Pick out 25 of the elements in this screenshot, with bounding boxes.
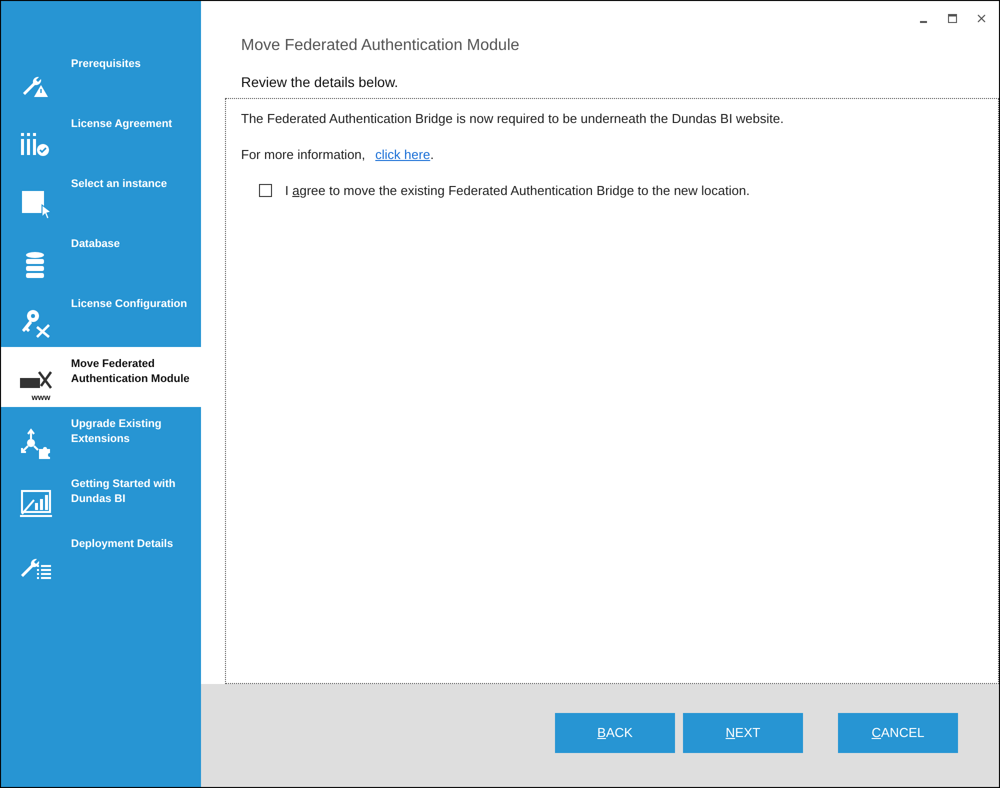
agree-checkbox-label[interactable]: I agree to move the existing Federated Authentication Bridge to the new location.	[285, 181, 750, 200]
sidebar-item[interactable]: License Configuration	[1, 287, 201, 347]
wizard-button[interactable]: NEXT	[683, 713, 803, 753]
info-text: For more information,	[241, 146, 366, 164]
wizard-button[interactable]: CANCEL	[838, 713, 958, 753]
agree-checkbox[interactable]	[259, 184, 272, 198]
icon-caption: www	[32, 394, 50, 402]
key-tools-icon	[19, 307, 53, 341]
maximize-icon[interactable]	[947, 12, 958, 24]
sidebar-item[interactable]: www Move Federated Authentication Module	[1, 347, 201, 407]
close-icon[interactable]	[976, 12, 987, 24]
page-title: Move Federated Authentication Module	[241, 36, 520, 56]
page-subtitle: Review the details below.	[241, 73, 400, 92]
arrows-puzzle-icon	[19, 427, 53, 461]
sidebar-item[interactable]: Getting Started with Dundas BI	[1, 467, 201, 527]
description-text: The Federated Authentication Bridge is now required to be underneath the Dundas BI website.	[241, 110, 785, 128]
sidebar-item[interactable]: Prerequisites	[1, 47, 201, 107]
sidebar-item[interactable]: Select an instance	[1, 167, 201, 227]
sidebar-item[interactable]: Database	[1, 227, 201, 287]
sidebar-item[interactable]: License Agreement	[1, 107, 201, 167]
link-period: .	[430, 146, 434, 164]
sidebar-item[interactable]: Upgrade Existing Extensions	[1, 407, 201, 467]
wizard-button[interactable]: BACK	[555, 713, 675, 753]
sidebar-item[interactable]: Deployment Details	[1, 527, 201, 587]
click-here-link[interactable]: click here	[375, 145, 430, 165]
